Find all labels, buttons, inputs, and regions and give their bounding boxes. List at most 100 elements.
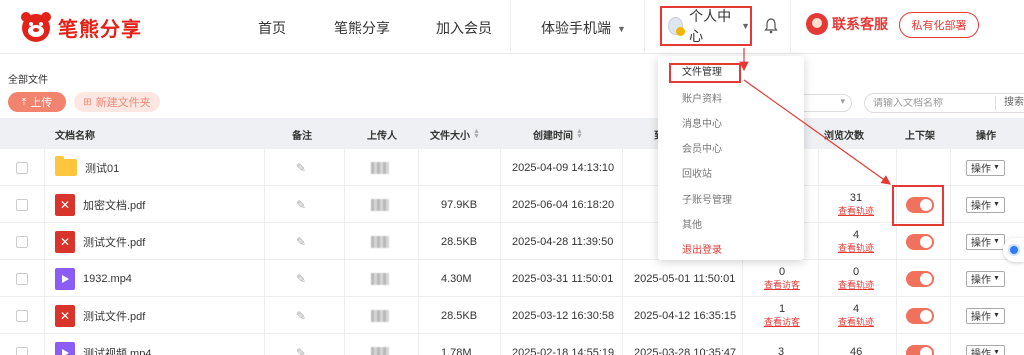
nav-membership[interactable]: 加入会员 [436,18,492,38]
actions-dropdown[interactable]: 操作 ▼ [966,270,1005,287]
view-count: 0 [852,265,860,278]
pdf-icon: ✕ [55,230,75,253]
caret-down-icon: ▼ [993,275,1000,282]
menu-item-account[interactable]: 账户资料 [682,90,722,105]
nav-share[interactable]: 笔熊分享 [334,18,390,38]
breadcrumb[interactable]: 全部文件 [8,71,48,86]
created-time: 2025-04-09 14:13:10 [512,161,615,174]
upload-icon: ⤒ [21,96,27,108]
logo-bear-icon [21,12,51,42]
file-size: 28.5KB [441,235,478,248]
file-size: 97.9KB [441,198,478,211]
file-table: 文档名称 备注 上传人 文件大小▲▼ 创建时间▲▼ 到 浏览次数 上下架 操作 … [0,118,1024,355]
contact-service-link[interactable]: 联系客服 [806,13,888,35]
edit-icon[interactable]: ✎ [296,235,306,249]
col-shelf: 上下架 [905,131,935,142]
file-name-cell[interactable]: ✕ 测试文件.pdf [55,223,145,260]
row-checkbox[interactable] [16,198,28,211]
new-folder-label: 新建文件夹 [95,97,151,109]
edit-icon[interactable]: ✎ [296,198,306,212]
caret-down-icon: ▼ [617,24,626,34]
menu-item-membership[interactable]: 会员中心 [682,140,722,155]
col-actions: 操作 [976,131,996,142]
new-folder-button[interactable]: ⊞ 新建文件夹 [74,92,160,112]
file-name: 测试文件.pdf [83,310,146,323]
created-time: 2025-03-12 16:30:58 [512,309,615,322]
menu-item-other[interactable]: 其他 [682,216,702,231]
search-button[interactable]: 搜索 [995,96,1024,110]
menu-item-recycle-bin[interactable]: 回收站 [682,165,712,180]
top-header: 笔熊分享 首页 笔熊分享 加入会员 体验手机端 ▼ 个人中心 ▼ 联系客服 私有化… [0,0,1024,54]
private-deploy-button[interactable]: 私有化部署 [899,12,979,38]
video-icon [55,267,75,290]
row-checkbox[interactable] [16,272,28,285]
view-track-link[interactable]: 查看轨迹 [838,316,874,329]
actions-label: 操作 [971,275,991,286]
row-checkbox[interactable] [16,309,28,322]
nav-mobile[interactable]: 体验手机端 ▼ [541,18,626,38]
expire-time: 2025-04-12 16:35:15 [634,309,737,322]
row-checkbox[interactable] [16,161,28,174]
menu-item-logout[interactable]: 退出登录 [682,241,722,256]
file-name-cell[interactable]: 1932.mp4 [55,260,132,297]
view-visitors-link[interactable]: 查看访客 [764,316,800,329]
caret-down-icon: ▼ [993,312,1000,319]
created-time: 2025-02-18 14:55:19 [512,346,615,355]
chat-fab[interactable] [1003,238,1024,262]
bell-icon[interactable] [764,18,778,34]
view-count: 46 [850,346,863,355]
file-name: 测试视频.mp4 [83,347,152,355]
video-icon [55,341,75,355]
file-size: 1.78M [441,346,472,355]
search-box: 搜索 [864,93,1024,113]
file-size: 28.5KB [441,309,478,322]
actions-label: 操作 [971,349,991,355]
table-row: ✕ 测试文件.pdf ✎ 28.5KB 2025-04-28 11:39:50 4… [0,223,1024,260]
search-input[interactable] [873,97,993,109]
user-center-label: 个人中心 [689,8,732,44]
download-count: 0 [778,265,786,278]
menu-item-messages[interactable]: 消息中心 [682,115,722,130]
col-created[interactable]: 创建时间 ▲ ▼ [533,127,583,142]
view-visitors-link[interactable]: 查看访客 [764,279,800,292]
nav-divider [644,0,645,54]
actions-dropdown[interactable]: 操作 ▼ [966,307,1005,324]
edit-icon[interactable]: ✎ [296,309,306,323]
file-name-cell[interactable]: 测试01 [55,149,119,186]
view-count: 31 [849,191,863,204]
user-avatar-icon [668,17,686,36]
file-size: 4.30M [441,272,472,285]
edit-icon[interactable]: ✎ [296,272,306,286]
edit-icon[interactable]: ✎ [296,161,306,175]
actions-dropdown[interactable]: 操作 ▼ [966,233,1005,250]
file-name-cell[interactable]: ✕ 加密文档.pdf [55,186,145,223]
col-size[interactable]: 文件大小 ▲ ▼ [430,127,480,142]
sort-icon: ▲ ▼ [576,128,583,140]
actions-dropdown[interactable]: 操作 ▼ [966,159,1005,176]
nav-home[interactable]: 首页 [258,18,286,38]
logo[interactable]: 笔熊分享 [18,9,142,45]
edit-icon[interactable]: ✎ [296,346,306,355]
row-checkbox[interactable] [16,235,28,248]
caret-down-icon: ▼ [993,349,1000,355]
shelf-toggle[interactable] [906,344,934,355]
actions-dropdown[interactable]: 操作 ▼ [966,196,1005,213]
menu-item-file-management[interactable]: 文件管理 [669,63,741,83]
view-track-link[interactable]: 查看轨迹 [838,279,874,292]
file-name-cell[interactable]: ✕ 测试文件.pdf [55,297,145,334]
view-track-link[interactable]: 查看轨迹 [838,205,874,218]
view-track-link[interactable]: 查看轨迹 [838,242,874,255]
created-time: 2025-06-04 16:18:20 [512,198,615,211]
shelf-toggle[interactable] [906,307,934,324]
file-name-cell[interactable]: 测试视频.mp4 [55,334,151,355]
actions-dropdown[interactable]: 操作 ▼ [966,344,1005,355]
shelf-toggle[interactable] [906,270,934,287]
shelf-toggle[interactable] [906,233,934,250]
created-time: 2025-04-28 11:39:50 [512,235,614,248]
user-center-menu[interactable]: 个人中心 ▼ [660,6,752,46]
row-checkbox[interactable] [16,346,28,355]
table-row: 测试视频.mp4 ✎ 1.78M 2025-02-18 14:55:19 202… [0,334,1024,355]
col-views: 浏览次数 [824,131,864,142]
upload-button[interactable]: ⤒ 上传 [8,92,66,112]
menu-item-sub-accounts[interactable]: 子账号管理 [682,191,732,206]
